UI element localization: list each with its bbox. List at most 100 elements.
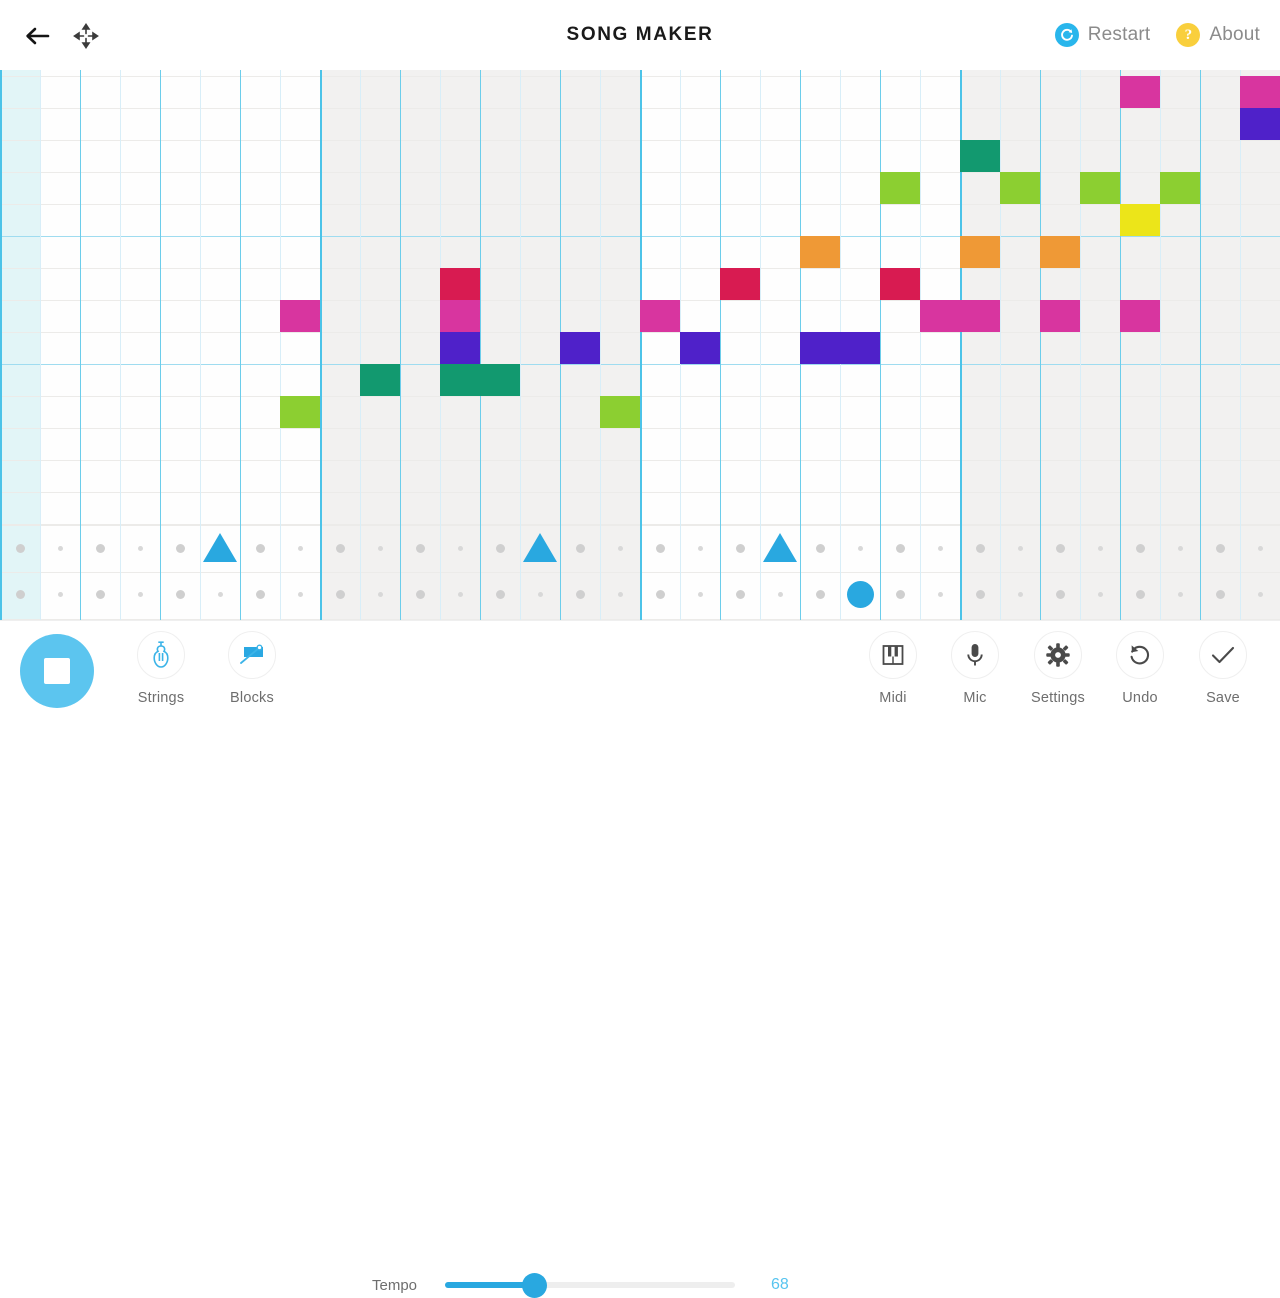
percussion-cell-dot[interactable] xyxy=(777,591,783,597)
percussion-cell-dot[interactable] xyxy=(937,591,943,597)
melody-note[interactable] xyxy=(600,396,640,428)
percussion-cell-dot[interactable] xyxy=(537,591,543,597)
percussion-cell-dot[interactable] xyxy=(137,591,143,597)
melody-note[interactable] xyxy=(1160,172,1200,204)
melody-note[interactable] xyxy=(1120,76,1160,108)
mic-button[interactable]: Mic xyxy=(932,631,1018,706)
melody-note[interactable] xyxy=(1120,204,1160,236)
percussion-cell-dot[interactable] xyxy=(575,589,585,599)
percussion-cell-dot[interactable] xyxy=(335,543,345,553)
instrument-blocks-button[interactable]: Blocks xyxy=(209,631,295,706)
melody-note[interactable] xyxy=(1040,300,1080,332)
melody-note[interactable] xyxy=(960,140,1000,172)
melody-note[interactable] xyxy=(440,332,480,364)
percussion-cell-dot[interactable] xyxy=(457,545,463,551)
instrument-strings-button[interactable]: Strings xyxy=(118,631,204,706)
percussion-cell-dot[interactable] xyxy=(377,591,383,597)
percussion-cell-dot[interactable] xyxy=(217,591,223,597)
percussion-cell-dot[interactable] xyxy=(617,545,623,551)
percussion-cell-dot[interactable] xyxy=(815,543,825,553)
percussion-cell-dot[interactable] xyxy=(57,591,63,597)
melody-note[interactable] xyxy=(880,268,920,300)
percussion-cell-dot[interactable] xyxy=(137,545,143,551)
percussion-cell-dot[interactable] xyxy=(415,589,425,599)
percussion-cell-dot[interactable] xyxy=(895,543,905,553)
percussion-cell-dot[interactable] xyxy=(495,543,505,553)
settings-button[interactable]: Settings xyxy=(1015,631,1101,706)
melody-note[interactable] xyxy=(1080,172,1120,204)
percussion-cell-dot[interactable] xyxy=(1055,589,1065,599)
melody-note[interactable] xyxy=(360,364,400,396)
melody-note[interactable] xyxy=(480,364,520,396)
tempo-control[interactable]: Tempo 68 xyxy=(372,1272,799,1298)
percussion-cell-dot[interactable] xyxy=(735,543,745,553)
percussion-cell-dot[interactable] xyxy=(95,543,105,553)
melody-note[interactable] xyxy=(440,268,480,300)
percussion-cell-dot[interactable] xyxy=(57,545,63,551)
percussion-cell-dot[interactable] xyxy=(1177,545,1183,551)
percussion-cell-dot[interactable] xyxy=(697,591,703,597)
percussion-cell-dot[interactable] xyxy=(937,545,943,551)
melody-note[interactable] xyxy=(1000,172,1040,204)
percussion-cell-dot[interactable] xyxy=(735,589,745,599)
percussion-cell-dot[interactable] xyxy=(297,545,303,551)
percussion-cell-dot[interactable] xyxy=(975,543,985,553)
percussion-cell-dot[interactable] xyxy=(975,589,985,599)
tempo-slider-thumb[interactable] xyxy=(522,1272,548,1298)
about-button[interactable]: ? About xyxy=(1176,23,1260,47)
percussion-cell-dot[interactable] xyxy=(697,545,703,551)
save-button[interactable]: Save xyxy=(1180,631,1266,706)
percussion-cell-dot[interactable] xyxy=(1135,589,1145,599)
percussion-cell-dot[interactable] xyxy=(15,589,25,599)
melody-note[interactable] xyxy=(440,364,480,396)
percussion-grid[interactable] xyxy=(0,525,1280,620)
melody-note[interactable] xyxy=(440,300,480,332)
percussion-cell-dot[interactable] xyxy=(1135,543,1145,553)
percussion-cell-dot[interactable] xyxy=(1055,543,1065,553)
percussion-cell-dot[interactable] xyxy=(655,543,665,553)
melody-note[interactable] xyxy=(960,236,1000,268)
melody-note[interactable] xyxy=(920,300,960,332)
percussion-cell-dot[interactable] xyxy=(495,589,505,599)
percussion-cell-dot[interactable] xyxy=(297,591,303,597)
percussion-cell-dot[interactable] xyxy=(335,589,345,599)
percussion-cell-dot[interactable] xyxy=(175,589,185,599)
percussion-cell-dot[interactable] xyxy=(857,545,863,551)
melody-note[interactable] xyxy=(560,332,600,364)
percussion-cell-dot[interactable] xyxy=(457,591,463,597)
percussion-cell-dot[interactable] xyxy=(415,543,425,553)
percussion-note-triangle[interactable] xyxy=(763,533,797,562)
percussion-cell-dot[interactable] xyxy=(655,589,665,599)
melody-note[interactable] xyxy=(800,236,840,268)
percussion-cell-dot[interactable] xyxy=(15,543,25,553)
melody-note[interactable] xyxy=(1040,236,1080,268)
tempo-slider[interactable] xyxy=(445,1272,736,1298)
percussion-cell-dot[interactable] xyxy=(895,589,905,599)
melody-note[interactable] xyxy=(1240,108,1280,140)
percussion-cell-dot[interactable] xyxy=(617,591,623,597)
percussion-cell-dot[interactable] xyxy=(1257,545,1263,551)
percussion-note-circle[interactable] xyxy=(846,580,874,608)
melody-note[interactable] xyxy=(840,332,880,364)
melody-grid[interactable] xyxy=(0,70,1280,525)
percussion-cell-dot[interactable] xyxy=(1097,545,1103,551)
percussion-cell-dot[interactable] xyxy=(1215,543,1225,553)
melody-note[interactable] xyxy=(280,300,320,332)
percussion-cell-dot[interactable] xyxy=(377,545,383,551)
percussion-cell-dot[interactable] xyxy=(1097,591,1103,597)
percussion-note-triangle[interactable] xyxy=(203,533,237,562)
melody-note[interactable] xyxy=(280,396,320,428)
percussion-cell-dot[interactable] xyxy=(1017,545,1023,551)
percussion-cell-dot[interactable] xyxy=(575,543,585,553)
melody-note[interactable] xyxy=(720,268,760,300)
melody-note[interactable] xyxy=(960,300,1000,332)
melody-note[interactable] xyxy=(880,172,920,204)
percussion-cell-dot[interactable] xyxy=(95,589,105,599)
percussion-cell-dot[interactable] xyxy=(815,589,825,599)
play-stop-button[interactable] xyxy=(20,634,94,708)
melody-note[interactable] xyxy=(800,332,840,364)
percussion-note-triangle[interactable] xyxy=(523,533,557,562)
undo-button[interactable]: Undo xyxy=(1097,631,1183,706)
percussion-cell-dot[interactable] xyxy=(1215,589,1225,599)
percussion-cell-dot[interactable] xyxy=(255,589,265,599)
